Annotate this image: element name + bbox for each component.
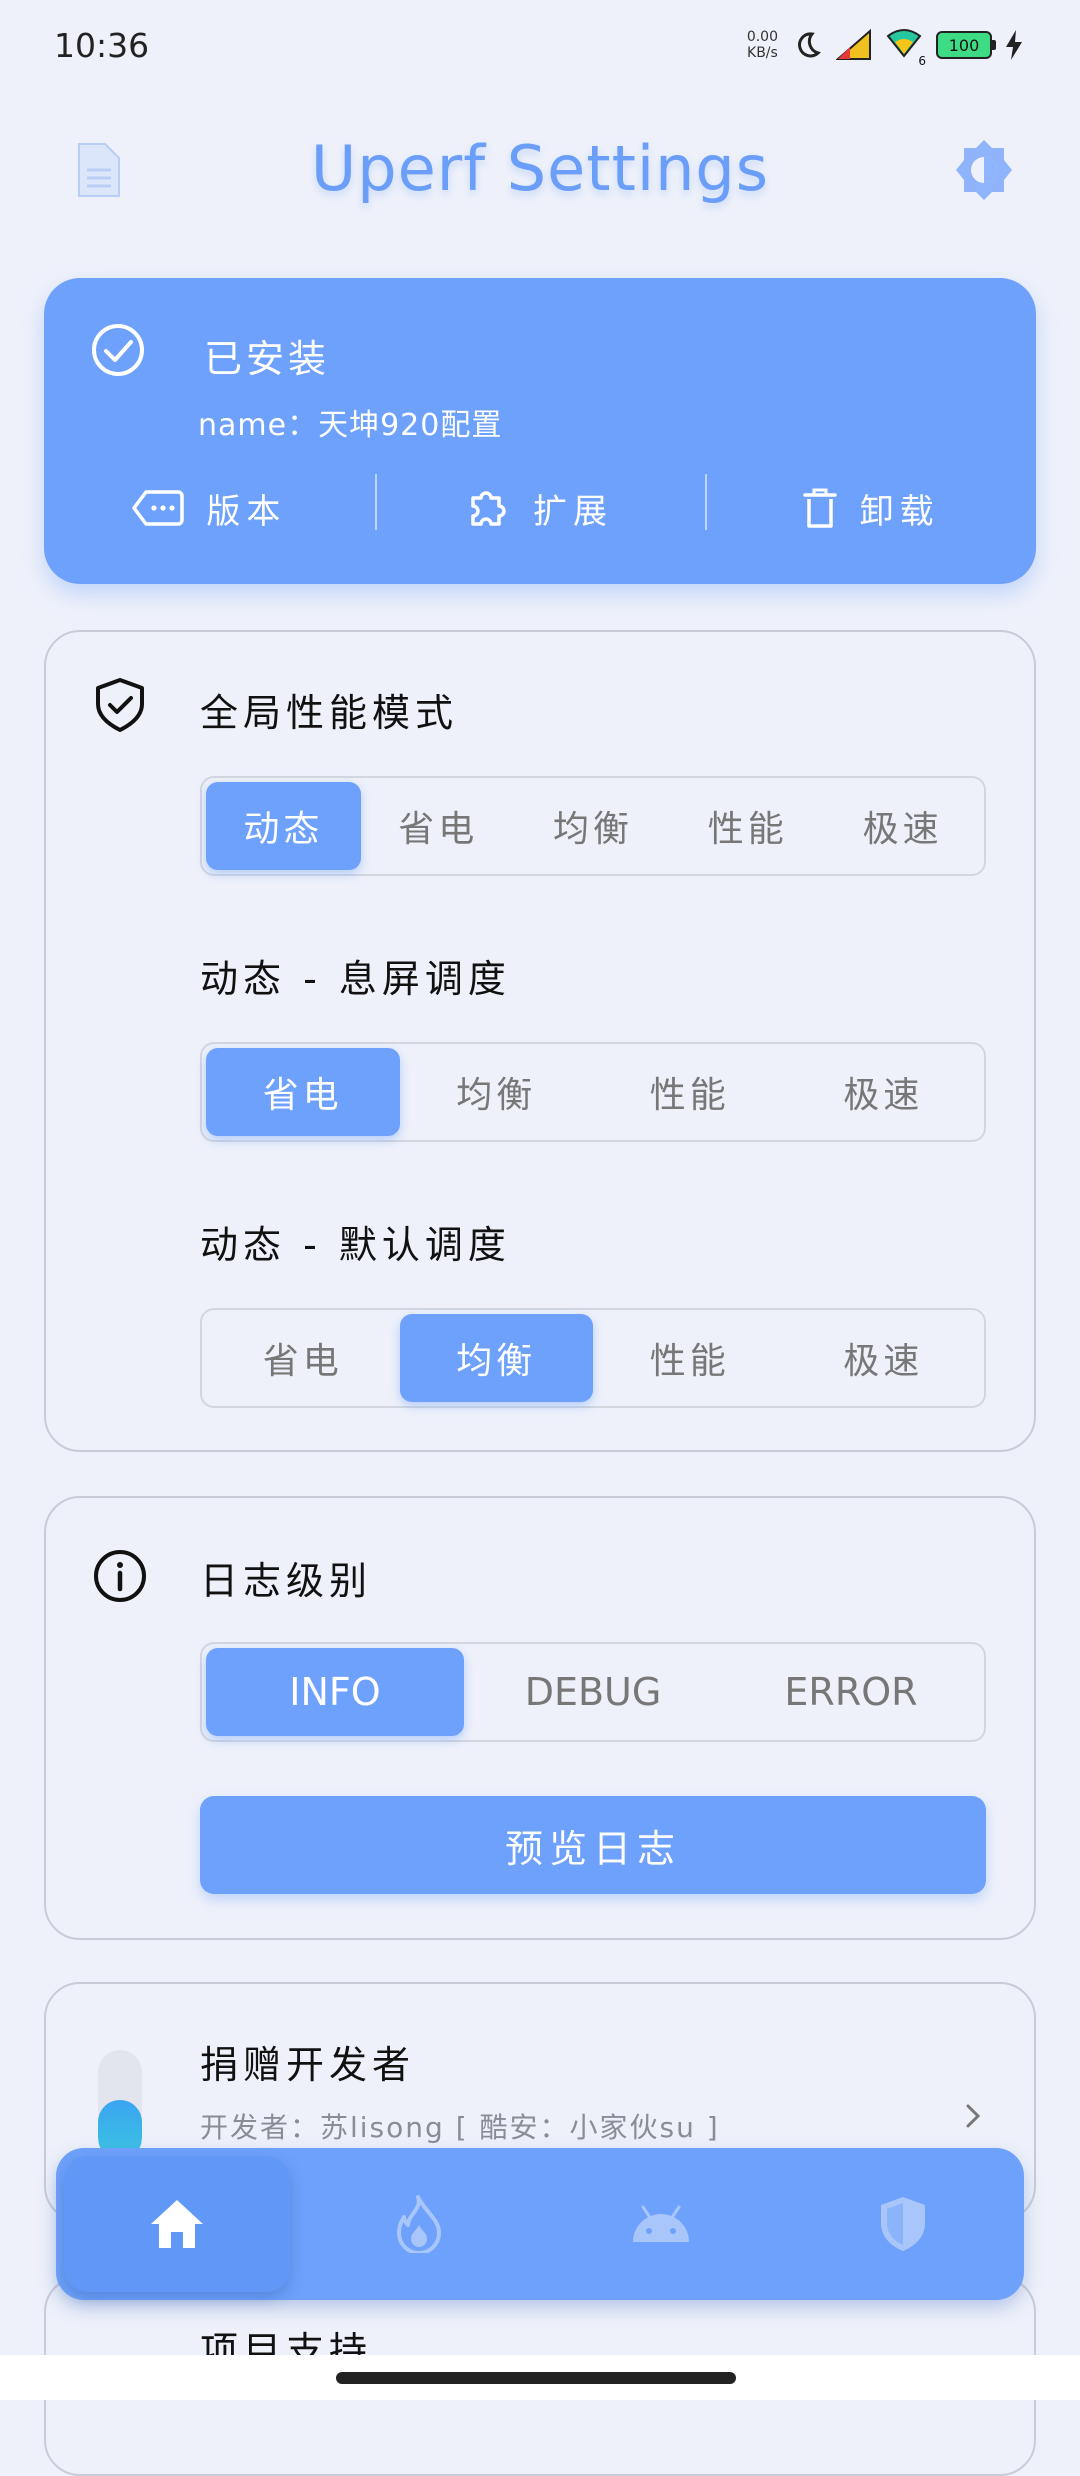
log-level-selector: INFO DEBUG ERROR xyxy=(200,1642,986,1742)
log-error[interactable]: ERROR xyxy=(722,1648,980,1736)
battery-indicator: 100 xyxy=(936,31,996,59)
mode-dynamic[interactable]: 动态 xyxy=(206,782,361,870)
mode-fast[interactable]: 极速 xyxy=(825,782,980,870)
log-debug[interactable]: DEBUG xyxy=(464,1648,722,1736)
default-performance[interactable]: 性能 xyxy=(593,1314,787,1402)
nav-android[interactable] xyxy=(540,2148,782,2300)
log-level-title: 日志级别 xyxy=(200,1559,373,1603)
tag-icon xyxy=(132,490,185,526)
preview-log-button[interactable]: 预览日志 xyxy=(200,1796,986,1894)
wifi-icon xyxy=(886,29,922,58)
mode-powersave[interactable]: 省电 xyxy=(361,782,516,870)
page-title: Uperf Settings xyxy=(310,132,770,205)
default-fast[interactable]: 极速 xyxy=(787,1314,981,1402)
status-bar: 10:36 0.00 KB/s 6 100 xyxy=(0,0,1080,96)
theme-toggle-button[interactable] xyxy=(944,130,1024,210)
status-icons: 0.00 KB/s 6 100 xyxy=(746,28,1022,68)
puzzle-icon xyxy=(471,491,506,526)
log-info[interactable]: INFO xyxy=(206,1648,464,1736)
android-icon xyxy=(633,2205,689,2242)
global-mode-selector: 动态 省电 均衡 性能 极速 xyxy=(200,776,986,876)
home-indicator[interactable] xyxy=(336,2372,736,2384)
shield-check-icon xyxy=(96,678,144,732)
uninstall-button[interactable]: 卸载 xyxy=(705,474,1036,538)
install-status: 已安装 xyxy=(204,337,331,381)
screen-off-fast[interactable]: 极速 xyxy=(787,1048,981,1136)
screen-off-powersave[interactable]: 省电 xyxy=(206,1048,400,1136)
bottom-navigation xyxy=(56,2148,1024,2300)
chevron-right-icon xyxy=(966,2104,981,2128)
wifi-badge: 6 xyxy=(918,54,926,68)
screen-off-performance[interactable]: 性能 xyxy=(593,1048,787,1136)
app-header: Uperf Settings xyxy=(0,120,1080,220)
nav-shield[interactable] xyxy=(782,2148,1024,2300)
trash-icon xyxy=(802,488,837,528)
wifi-group: 6 xyxy=(886,28,926,68)
install-status-card: 已安装 name：天坤920配置 版本 扩展 卸载 xyxy=(44,278,1036,584)
default-balance[interactable]: 均衡 xyxy=(399,1314,593,1402)
default-selector: 省电 均衡 性能 极速 xyxy=(200,1308,986,1408)
donate-indicator xyxy=(98,2050,142,2160)
donate-title: 捐赠开发者 xyxy=(200,2043,416,2087)
mode-performance[interactable]: 性能 xyxy=(670,782,825,870)
shield-icon xyxy=(881,2197,925,2251)
check-circle-icon xyxy=(92,324,144,376)
developer-info: 开发者：苏lisong [ 酷安：小家伙su ] xyxy=(200,2111,720,2144)
version-button[interactable]: 版本 xyxy=(44,478,375,538)
screen-off-title: 动态 - 息屏调度 xyxy=(200,957,511,1001)
charging-icon xyxy=(1006,30,1022,60)
install-actions: 版本 扩展 卸载 xyxy=(44,474,1036,538)
screen-off-balance[interactable]: 均衡 xyxy=(400,1048,594,1136)
default-title: 动态 - 默认调度 xyxy=(200,1223,511,1267)
moon-icon xyxy=(798,32,821,58)
flame-icon xyxy=(397,2195,441,2253)
config-name: name：天坤920配置 xyxy=(198,408,503,443)
brightness-icon xyxy=(956,140,1012,200)
default-powersave[interactable]: 省电 xyxy=(206,1314,400,1402)
log-level-card: 日志级别 INFO DEBUG ERROR 预览日志 xyxy=(44,1496,1036,1940)
info-icon xyxy=(94,1550,146,1602)
screen-off-selector: 省电 均衡 性能 极速 xyxy=(200,1042,986,1142)
nav-home[interactable] xyxy=(64,2156,290,2292)
status-time: 10:36 xyxy=(54,26,150,65)
mode-balance[interactable]: 均衡 xyxy=(516,782,671,870)
home-icon xyxy=(151,2200,203,2248)
net-speed: 0.00 KB/s xyxy=(746,29,778,61)
signal-icon xyxy=(836,29,871,60)
nav-flame[interactable] xyxy=(298,2148,540,2300)
global-mode-title: 全局性能模式 xyxy=(200,691,459,735)
extension-button[interactable]: 扩展 xyxy=(374,474,706,538)
performance-mode-card: 全局性能模式 动态 省电 均衡 性能 极速 动态 - 息屏调度 省电 均衡 性能… xyxy=(44,630,1036,1452)
